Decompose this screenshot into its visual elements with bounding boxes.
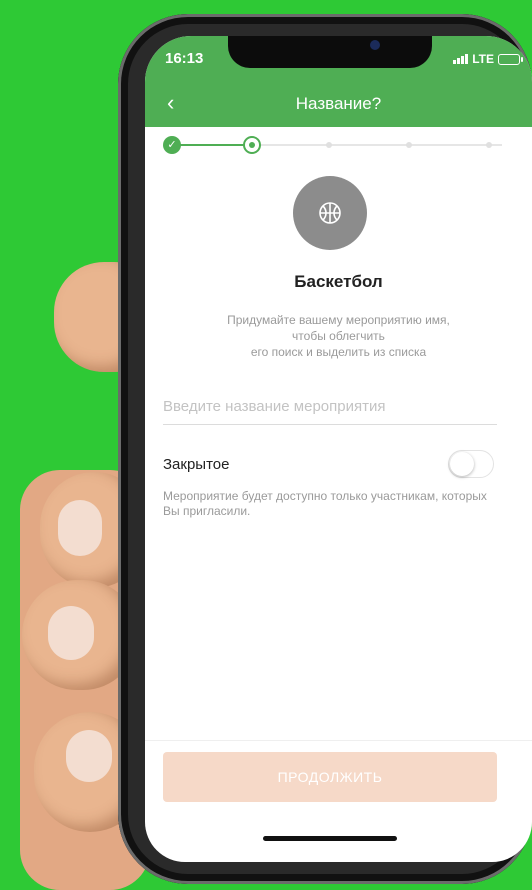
step-2-current [243, 136, 261, 154]
stepper-remaining-line [252, 144, 502, 146]
status-time: 16:13 [165, 50, 204, 67]
toggle-knob [450, 452, 474, 476]
closed-note: Мероприятие будет доступно только участн… [163, 489, 487, 518]
basketball-icon [293, 176, 367, 250]
step-5 [486, 142, 492, 148]
step-1-done-check-icon: ✓ [163, 136, 181, 154]
nail-middle [48, 606, 94, 660]
continue-button[interactable]: ПРОДОЛЖИТЬ [163, 752, 497, 802]
closed-toggle[interactable] [448, 450, 494, 478]
home-indicator [263, 836, 397, 841]
sport-name: Баскетбол [294, 272, 383, 291]
progress-stepper: ✓ [163, 136, 513, 154]
nail-ring [66, 730, 112, 782]
status-indicators: LTE [453, 52, 523, 66]
phone-notch [228, 36, 432, 68]
network-label: LTE [472, 52, 494, 66]
stepper-progress-line [172, 144, 252, 146]
closed-label: Закрытое [163, 456, 230, 473]
step-3 [326, 142, 332, 148]
hint-text: Придумайте вашему мероприятию имя, чтобы… [227, 313, 450, 359]
battery-icon [498, 53, 523, 65]
front-camera [370, 40, 380, 50]
page-title: Название? [295, 94, 382, 113]
event-name-input[interactable] [163, 388, 497, 425]
app-screen: 16:13 LTE ‹ Название? ✓ Баскетбол Придум… [145, 36, 532, 862]
footer-divider [145, 740, 532, 741]
signal-icon [453, 54, 469, 64]
step-4 [406, 142, 412, 148]
nail-index [58, 500, 102, 556]
